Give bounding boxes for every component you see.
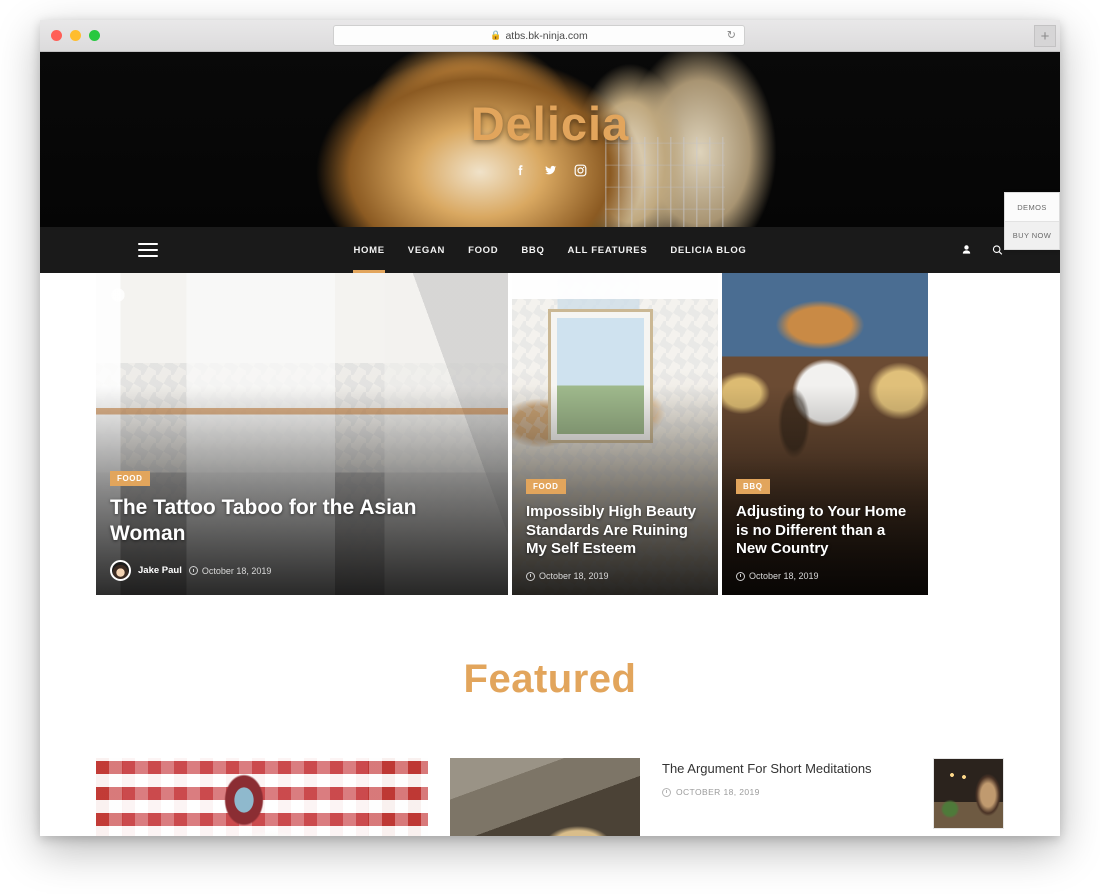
featured-heading: Featured [463,657,637,701]
hamburger-icon[interactable] [138,243,158,257]
post-1-author[interactable]: Jake Paul [138,565,182,576]
page-viewport: Delicia DEMOS BUY NOW HOME VEGAN FOOD BB… [40,52,1060,836]
post-1-date-wrap: October 18, 2019 [188,565,272,576]
clock-icon [736,571,745,581]
post-2-date-wrap: October 18, 2019 [526,571,609,581]
featured-article-list: The Argument For Short Meditations OCTOB… [662,758,1004,836]
demos-button[interactable]: DEMOS [1005,193,1059,221]
featured-item-1-date-wrap: OCTOBER 18, 2019 [662,787,919,797]
list-item[interactable]: The Argument For Short Meditations OCTOB… [662,758,1004,836]
nav-actions [960,244,1004,257]
url-text: atbs.bk-ninja.com [505,29,588,42]
lock-icon: 🔒 [490,30,502,40]
instagram-icon[interactable] [573,163,588,178]
post-2-title[interactable]: Impossibly High Beauty Standards Are Rui… [526,503,704,559]
minimize-window-button[interactable] [70,30,81,41]
browser-titlebar: 🔒 atbs.bk-ninja.com ↻ + [40,20,1060,52]
clock-icon [526,571,535,581]
main-navigation: HOME VEGAN FOOD BBQ ALL FEATURES DELICIA… [40,227,1060,273]
featured-image-2[interactable] [450,758,640,836]
twitter-icon[interactable] [543,163,558,178]
avatar [110,560,131,581]
clock-icon [662,787,671,797]
featured-item-1-date: OCTOBER 18, 2019 [676,787,760,798]
address-bar[interactable]: 🔒 atbs.bk-ninja.com ↻ [333,25,745,46]
nav-menu: HOME VEGAN FOOD BBQ ALL FEATURES DELICIA… [353,227,746,273]
hero-post-card-3[interactable]: BBQ Adjusting to Your Home is no Differe… [722,273,928,595]
post-3-category-badge[interactable]: BBQ [736,479,770,495]
site-header: Delicia [40,52,1060,227]
hero-post-card-1[interactable]: FOOD The Tattoo Taboo for the Asian Woma… [96,273,508,595]
nav-item-delicia-blog[interactable]: DELICIA BLOG [670,227,746,273]
promo-panel: DEMOS BUY NOW [1004,192,1060,250]
post-1-category-badge[interactable]: FOOD [110,470,150,486]
nav-item-home[interactable]: HOME [353,227,386,273]
post-3-date-wrap: October 18, 2019 [736,571,819,581]
post-2-date: October 18, 2019 [539,571,609,581]
hero-posts-grid: FOOD The Tattoo Taboo for the Asian Woma… [40,273,1060,595]
maximize-window-button[interactable] [89,30,100,41]
post-3-meta: October 18, 2019 [736,571,914,581]
close-window-button[interactable] [51,30,62,41]
nav-item-bbq[interactable]: BBQ [521,227,544,273]
facebook-icon[interactable] [513,163,528,178]
nav-item-all-features[interactable]: ALL FEATURES [568,227,648,273]
post-1-date: October 18, 2019 [201,565,272,576]
browser-window: 🔒 atbs.bk-ninja.com ↻ + Delicia DEMOS BU… [40,20,1060,836]
window-controls[interactable] [51,30,100,41]
new-tab-label: + [1040,27,1050,45]
post-1-title[interactable]: The Tattoo Taboo for the Asian Woman [110,495,494,547]
post-3-title[interactable]: Adjusting to Your Home is no Different t… [736,503,914,559]
nav-item-vegan[interactable]: VEGAN [408,227,445,273]
post-1-meta: Jake Paul October 18, 2019 [110,560,494,581]
social-links[interactable] [40,163,1060,178]
post-2-category-badge[interactable]: FOOD [526,479,566,495]
post-2-meta: October 18, 2019 [526,571,704,581]
site-logo[interactable]: Delicia [40,100,1060,147]
clock-icon [188,566,198,575]
search-icon[interactable] [991,244,1004,257]
buy-now-button[interactable]: BUY NOW [1005,221,1059,249]
reload-icon[interactable]: ↻ [727,30,736,41]
new-tab-button[interactable]: + [1034,25,1056,47]
featured-image-1[interactable] [96,758,428,836]
nav-item-food[interactable]: FOOD [468,227,498,273]
featured-item-1-thumbnail[interactable] [933,758,1004,829]
featured-section: Featured The Argument For Short Meditati… [40,595,1060,836]
post-3-date: October 18, 2019 [749,571,819,581]
hero-post-card-2[interactable]: FOOD Impossibly High Beauty Standards Ar… [512,273,718,595]
account-icon[interactable] [960,244,973,257]
featured-grid: The Argument For Short Meditations OCTOB… [40,758,1060,836]
featured-item-1-title[interactable]: The Argument For Short Meditations [662,760,919,777]
